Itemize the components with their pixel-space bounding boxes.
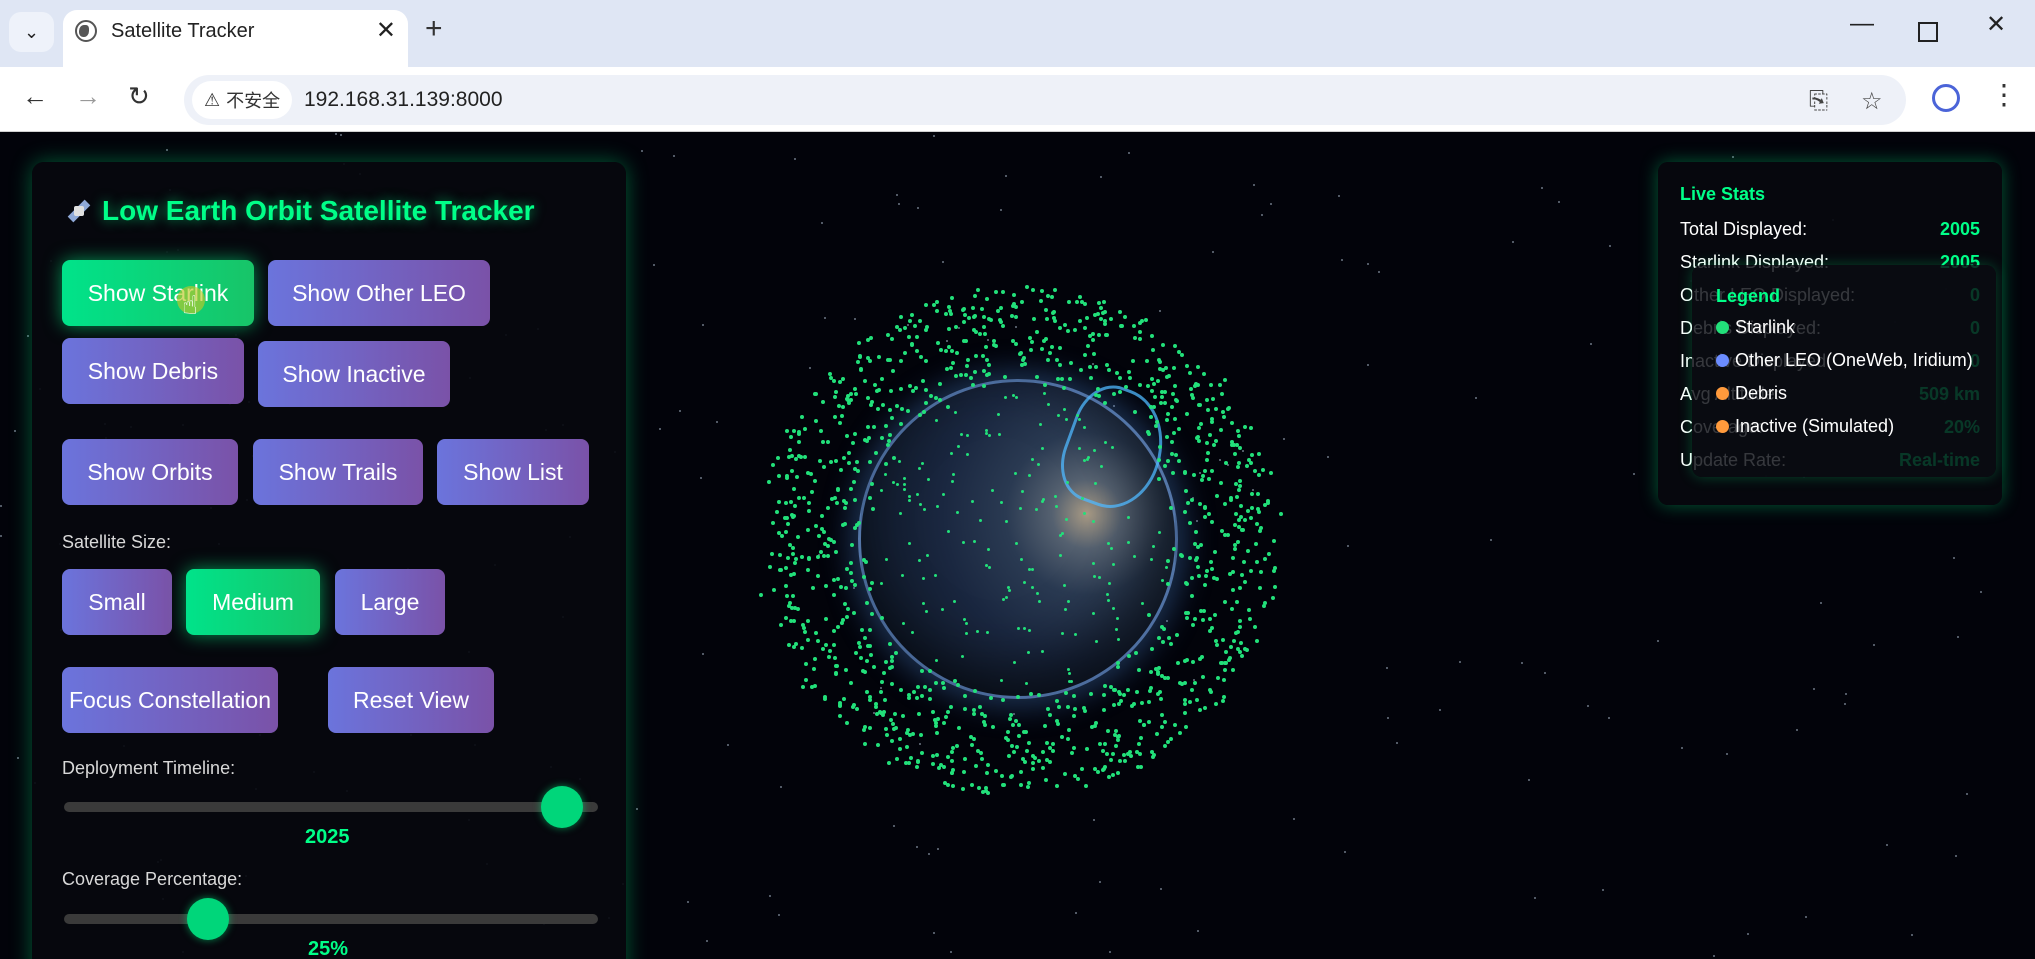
legend-item: Other LEO (OneWeb, Iridium) bbox=[1716, 350, 1973, 371]
stat-value: 2005 bbox=[1939, 219, 1980, 239]
new-tab-button[interactable]: + bbox=[425, 12, 443, 46]
maximize-button[interactable] bbox=[1918, 22, 1938, 42]
url-text[interactable]: 192.168.31.139:8000 bbox=[304, 88, 503, 112]
globe-icon bbox=[75, 20, 97, 42]
forward-button[interactable]: → bbox=[75, 81, 101, 112]
legend-item: Starlink bbox=[1716, 317, 1795, 338]
browser-tab[interactable]: Satellite Tracker ✕ bbox=[63, 10, 408, 67]
panel-title: Low Earth Orbit Satellite Tracker bbox=[64, 195, 535, 227]
legend-label: Inactive (Simulated) bbox=[1735, 416, 1895, 436]
warning-icon: ⚠ bbox=[204, 89, 221, 110]
legend-dot-icon bbox=[1716, 387, 1729, 400]
timeline-label: Deployment Timeline: bbox=[62, 758, 236, 778]
security-label: 不安全 bbox=[226, 91, 281, 111]
address-bar[interactable]: ⚠ 不安全 192.168.31.139:8000 ⎘ ☆ bbox=[184, 75, 1906, 125]
translate-icon[interactable]: ⎘ bbox=[1809, 87, 1828, 115]
tab-bar: ⌄ Satellite Tracker ✕ + — ✕ bbox=[0, 0, 2035, 67]
legend-item: Debris bbox=[1716, 383, 1787, 404]
satellite-icon bbox=[64, 196, 94, 226]
close-tab-icon[interactable]: ✕ bbox=[376, 16, 396, 45]
panel-title-text: Low Earth Orbit Satellite Tracker bbox=[102, 195, 535, 226]
reset-view-button[interactable]: Reset View bbox=[328, 667, 494, 733]
timeline-value: 2025 bbox=[305, 826, 350, 848]
legend-label: Debris bbox=[1735, 383, 1788, 403]
show-orbits-button[interactable]: Show Orbits bbox=[62, 439, 238, 505]
legend-dot-icon bbox=[1716, 354, 1729, 367]
show-trails-button[interactable]: Show Trails bbox=[253, 439, 423, 505]
legend-item: Inactive (Simulated) bbox=[1716, 416, 1894, 437]
tab-search-button[interactable]: ⌄ bbox=[9, 12, 54, 52]
legend-panel: Legend Starlink Other LEO (OneWeb, Iridiu… bbox=[1692, 265, 1996, 477]
legend-label: Other LEO (OneWeb, Iridium) bbox=[1735, 350, 1973, 370]
timeline-slider[interactable] bbox=[64, 786, 598, 828]
browser-toolbar: ← → ↻ ⚠ 不安全 192.168.31.139:8000 ⎘ ☆ bbox=[0, 67, 2035, 132]
earth-globe[interactable] bbox=[858, 375, 1180, 699]
size-medium-button[interactable]: Medium bbox=[186, 569, 320, 635]
legend-label: Starlink bbox=[1735, 317, 1796, 337]
size-large-button[interactable]: Large bbox=[335, 569, 445, 635]
legend-dot-icon bbox=[1716, 420, 1729, 433]
back-button[interactable]: ← bbox=[22, 81, 48, 112]
coverage-value: 25% bbox=[308, 938, 349, 959]
security-chip[interactable]: ⚠ 不安全 bbox=[192, 81, 293, 119]
show-other-leo-button[interactable]: Show Other LEO bbox=[268, 260, 490, 326]
stat-label: Total Displayed: bbox=[1680, 219, 1808, 239]
legend-title: Legend bbox=[1716, 286, 1781, 306]
show-starlink-button[interactable]: Show Starlink bbox=[62, 260, 254, 326]
close-window-button[interactable]: ✕ bbox=[1986, 10, 2006, 39]
minimize-button[interactable]: — bbox=[1850, 10, 1874, 38]
coverage-slider[interactable] bbox=[64, 898, 598, 940]
control-panel: Low Earth Orbit Satellite Tracker Show S… bbox=[32, 162, 626, 959]
coverage-slider-thumb[interactable] bbox=[187, 898, 229, 940]
orbit-cloud bbox=[758, 279, 1283, 799]
profile-icon[interactable] bbox=[1932, 84, 1960, 112]
show-inactive-button[interactable]: Show Inactive bbox=[258, 341, 450, 407]
menu-icon[interactable]: ⋮ bbox=[1990, 78, 2018, 111]
hand-pointer-icon: ☝ bbox=[182, 290, 198, 320]
show-debris-button[interactable]: Show Debris bbox=[62, 338, 244, 404]
tab-title: Satellite Tracker bbox=[111, 20, 255, 42]
bookmark-star-icon[interactable]: ☆ bbox=[1861, 87, 1883, 116]
stat-row: Total Displayed: 2005 bbox=[1680, 219, 1980, 240]
chevron-down-icon: ⌄ bbox=[23, 21, 40, 42]
reload-button[interactable]: ↻ bbox=[128, 81, 150, 112]
legend-dot-icon bbox=[1716, 321, 1729, 334]
size-label: Satellite Size: bbox=[62, 532, 172, 552]
timeline-slider-thumb[interactable] bbox=[541, 786, 584, 828]
coverage-label: Coverage Percentage: bbox=[62, 869, 243, 889]
size-small-button[interactable]: Small bbox=[62, 569, 172, 635]
show-list-button[interactable]: Show List bbox=[437, 439, 589, 505]
focus-constellation-button[interactable]: Focus Constellation bbox=[62, 667, 278, 733]
stats-title: Live Stats bbox=[1680, 184, 1766, 204]
